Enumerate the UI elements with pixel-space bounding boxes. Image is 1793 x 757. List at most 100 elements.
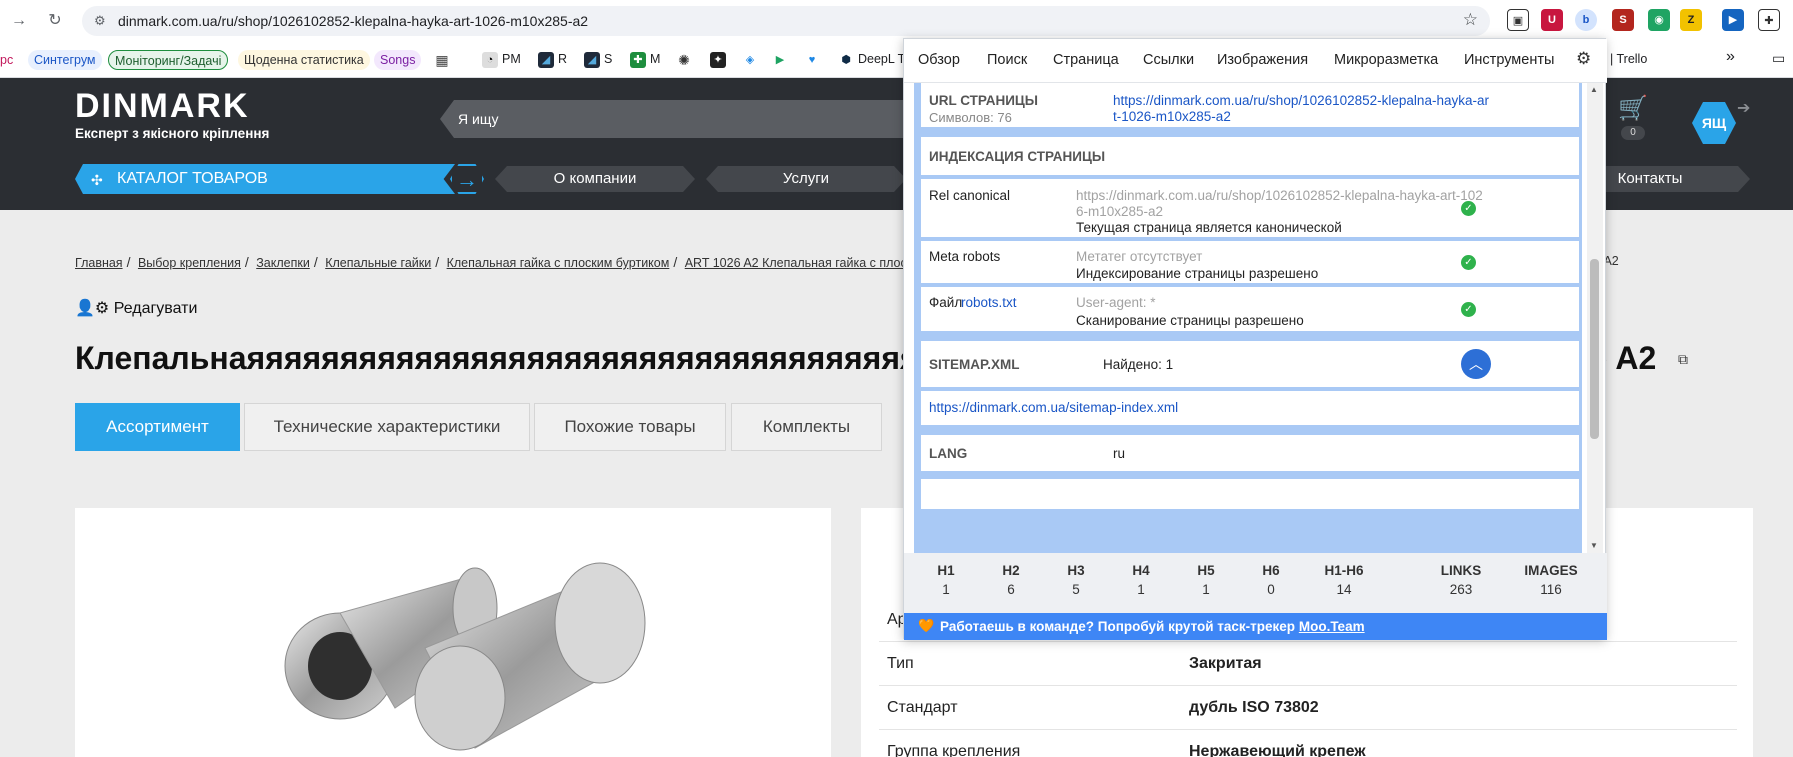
bookmark-star-icon[interactable]: ☆ bbox=[1463, 10, 1478, 30]
breadcrumb-flat-head[interactable]: Клепальная гайка с плоским буртиком bbox=[447, 256, 670, 270]
stat-h4: H4 1 bbox=[1106, 563, 1176, 597]
bookmark-cut[interactable]: рс bbox=[0, 50, 19, 70]
url-text: dinmark.com.ua/ru/shop/1026102852-klepal… bbox=[118, 13, 589, 29]
breadcrumb-choice[interactable]: Выбор крепления bbox=[138, 256, 241, 270]
bookmark-trello[interactable]: | Trello bbox=[1610, 52, 1647, 66]
site-logo[interactable]: DINMARK Експерт з якісного кріплення bbox=[75, 88, 269, 141]
url-value-line1[interactable]: https://dinmark.com.ua/ru/shop/102610285… bbox=[1113, 93, 1489, 108]
popup-tab-links[interactable]: Ссылки bbox=[1143, 52, 1194, 68]
extension-blue-icon[interactable]: ▶ bbox=[1722, 9, 1744, 31]
menu-about[interactable]: О компании bbox=[495, 166, 695, 192]
bookmark-pm[interactable]: PM bbox=[502, 52, 521, 66]
collapse-chevron-icon[interactable]: ︿ bbox=[1461, 349, 1491, 379]
forward-icon[interactable]: → bbox=[8, 10, 30, 32]
spec-key: Стандарт bbox=[887, 699, 958, 716]
catalog-label: КАТАЛОГ ТОВАРОВ bbox=[117, 170, 268, 187]
r-icon[interactable]: ◢ bbox=[538, 52, 554, 68]
scroll-up-icon[interactable]: ▲ bbox=[1590, 85, 1598, 94]
url-value-line2[interactable]: t-1026-m10x285-a2 bbox=[1113, 109, 1231, 124]
play-icon[interactable]: ▶ bbox=[772, 52, 788, 68]
stat-links[interactable]: LINKS 263 bbox=[1426, 563, 1496, 597]
deepl-icon[interactable]: ⬢ bbox=[838, 52, 854, 68]
bookmark-songs[interactable]: Songs bbox=[374, 50, 422, 70]
promo-link[interactable]: Moo.Team bbox=[1299, 619, 1365, 634]
chat-icon[interactable]: ◈ bbox=[742, 52, 758, 68]
tab-similar[interactable]: Похожие товары bbox=[534, 403, 726, 451]
puzzle-icon[interactable]: ✚ bbox=[1758, 9, 1780, 31]
popup-scrollbar[interactable]: ▲ ▼ bbox=[1587, 83, 1603, 553]
stat-images[interactable]: IMAGES 116 bbox=[1516, 563, 1586, 597]
openai-icon[interactable]: ✺ bbox=[676, 52, 692, 68]
canonical-url-line2: 6-m10x285-a2 bbox=[1076, 204, 1164, 219]
popup-tab-tools[interactable]: Инструменты bbox=[1464, 52, 1554, 68]
stat-value: 14 bbox=[1336, 582, 1352, 597]
user-avatar[interactable]: ЯЩ bbox=[1692, 102, 1736, 144]
robotstxt-value: User-agent: * bbox=[1076, 295, 1156, 310]
address-bar[interactable]: ⚙ dinmark.com.ua/ru/shop/1026102852-klep… bbox=[82, 6, 1490, 36]
stat-value: 1 bbox=[1137, 582, 1145, 597]
stat-label: H5 bbox=[1197, 563, 1215, 578]
seo-extension-icon[interactable]: b bbox=[1575, 9, 1597, 31]
edit-link[interactable]: 👤⚙ Редагувати bbox=[75, 298, 197, 318]
extension-yellow-icon[interactable]: Z bbox=[1680, 9, 1702, 31]
reload-icon[interactable]: ↻ bbox=[44, 10, 66, 32]
breadcrumb-home[interactable]: Главная bbox=[75, 256, 123, 270]
stat-value: 116 bbox=[1540, 582, 1562, 597]
popup-tab-images[interactable]: Изображения bbox=[1217, 52, 1308, 68]
tab-specs[interactable]: Технические характеристики bbox=[244, 403, 530, 451]
breadcrumb-rivet-nuts[interactable]: Клепальные гайки bbox=[325, 256, 431, 270]
lang-row: LANG ru bbox=[921, 435, 1579, 471]
image-extension-icon[interactable]: ▣ bbox=[1507, 9, 1529, 31]
sitemap-url[interactable]: https://dinmark.com.ua/sitemap-index.xml bbox=[929, 400, 1178, 415]
check-icon: ✓ bbox=[1461, 255, 1476, 270]
bookmark-sintegrum[interactable]: Синтегрум bbox=[28, 50, 102, 70]
tab-kits[interactable]: Комплекты bbox=[731, 403, 882, 451]
scroll-down-icon[interactable]: ▼ bbox=[1590, 541, 1598, 550]
popup-tab-markup[interactable]: Микроразметка bbox=[1334, 52, 1438, 68]
bookmark-s[interactable]: S bbox=[604, 52, 612, 66]
bookmark-deepl[interactable]: DeepL Tr bbox=[858, 52, 909, 66]
breadcrumb-product[interactable]: ART 1026 A2 Клепальная гайка с плоским bbox=[685, 256, 928, 270]
catalog-button[interactable]: ✣ КАТАЛОГ ТОВАРОВ bbox=[75, 164, 455, 194]
popup-tab-search[interactable]: Поиск bbox=[987, 52, 1027, 68]
more-bookmarks-icon[interactable]: » bbox=[1726, 48, 1735, 66]
s-icon[interactable]: ◢ bbox=[584, 52, 600, 68]
breadcrumb-rivets[interactable]: Заклепки bbox=[256, 256, 310, 270]
popup-content[interactable]: URL СТРАНИЦЫ Символов: 76 https://dinmar… bbox=[914, 83, 1582, 553]
catalog-grid-icon: ✣ bbox=[91, 172, 103, 188]
bookmark-daily[interactable]: Щоденна статистика bbox=[238, 50, 370, 70]
lang-label: LANG bbox=[929, 446, 968, 461]
scrollbar-thumb[interactable] bbox=[1590, 259, 1599, 439]
check-icon: ✓ bbox=[1461, 201, 1476, 216]
ublock-icon[interactable]: U bbox=[1541, 9, 1563, 31]
pm-icon[interactable]: ◔ bbox=[482, 52, 498, 68]
gear-icon[interactable]: ⚙ bbox=[1576, 49, 1591, 69]
popup-tab-page[interactable]: Страница bbox=[1053, 52, 1119, 68]
site-info-icon[interactable]: ⚙ bbox=[94, 13, 106, 29]
logout-icon[interactable]: ➔ bbox=[1737, 98, 1750, 118]
canonical-row: Rel canonical https://dinmark.com.ua/ru/… bbox=[921, 179, 1579, 237]
product-image bbox=[284, 562, 646, 751]
tab-assortment[interactable]: Ассортимент bbox=[75, 403, 240, 451]
extension-red-icon[interactable]: S bbox=[1612, 9, 1634, 31]
stat-label: H2 bbox=[1002, 563, 1020, 578]
robotstxt-link[interactable]: robots.txt bbox=[961, 295, 1017, 310]
extension-green-icon[interactable]: ◉ bbox=[1648, 9, 1670, 31]
site-search-input[interactable]: Я ищу bbox=[440, 100, 920, 138]
menu-services[interactable]: Услуги bbox=[706, 166, 906, 192]
bookmark-monitoring[interactable]: Моніторинг/Задачі bbox=[108, 50, 229, 70]
cart-icon[interactable]: 🛒 bbox=[1618, 94, 1648, 123]
catalog-arrow-icon[interactable]: → bbox=[450, 164, 484, 194]
bookmark-r[interactable]: R bbox=[558, 52, 567, 66]
m-icon[interactable]: ✚ bbox=[630, 52, 646, 68]
game-icon[interactable]: ✦ bbox=[710, 52, 726, 68]
folder-icon[interactable]: ▭ bbox=[1772, 50, 1785, 67]
canonical-label: Rel canonical bbox=[929, 188, 1011, 203]
popup-tab-overview[interactable]: Обзор bbox=[918, 52, 960, 68]
heart-icon[interactable]: ♥ bbox=[804, 52, 820, 68]
spec-value: Нержавеющий крепеж bbox=[1189, 743, 1366, 757]
logo-text: DINMARK bbox=[75, 87, 250, 125]
bookmark-m[interactable]: M bbox=[650, 52, 660, 66]
apps-grid-icon[interactable]: ▦ bbox=[434, 52, 450, 68]
copy-icon[interactable]: ⧉ bbox=[1678, 351, 1688, 368]
